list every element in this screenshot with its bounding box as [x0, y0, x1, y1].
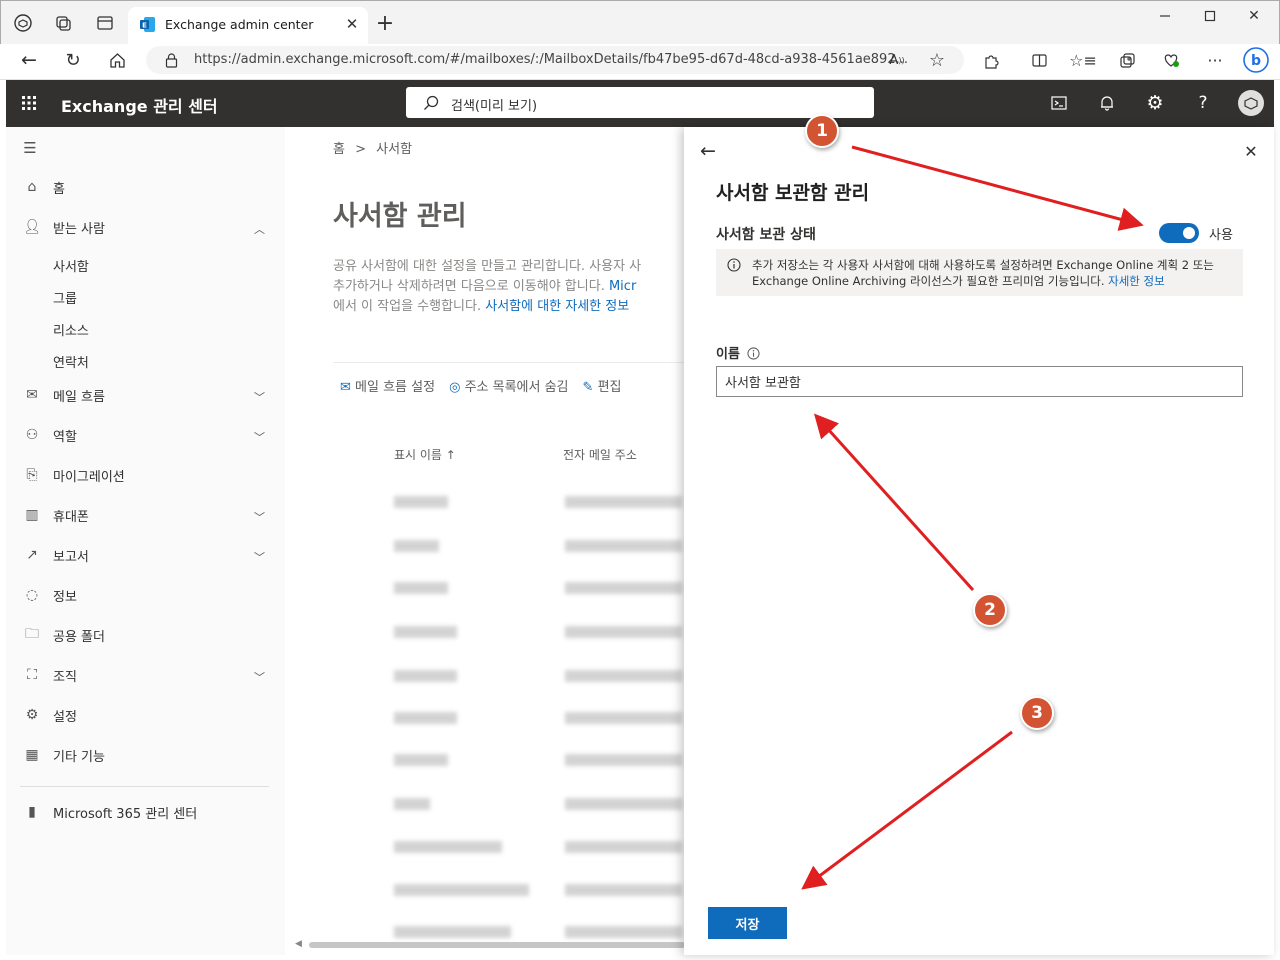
arrow-1 [851, 145, 1144, 231]
step-badge-1: 1 [805, 114, 839, 148]
arrow-2 [813, 413, 975, 592]
annotation-arrows [801, 145, 1144, 890]
step-badge-3: 3 [1020, 696, 1054, 730]
arrow-3 [801, 730, 1013, 890]
step-badge-2: 2 [973, 593, 1007, 627]
